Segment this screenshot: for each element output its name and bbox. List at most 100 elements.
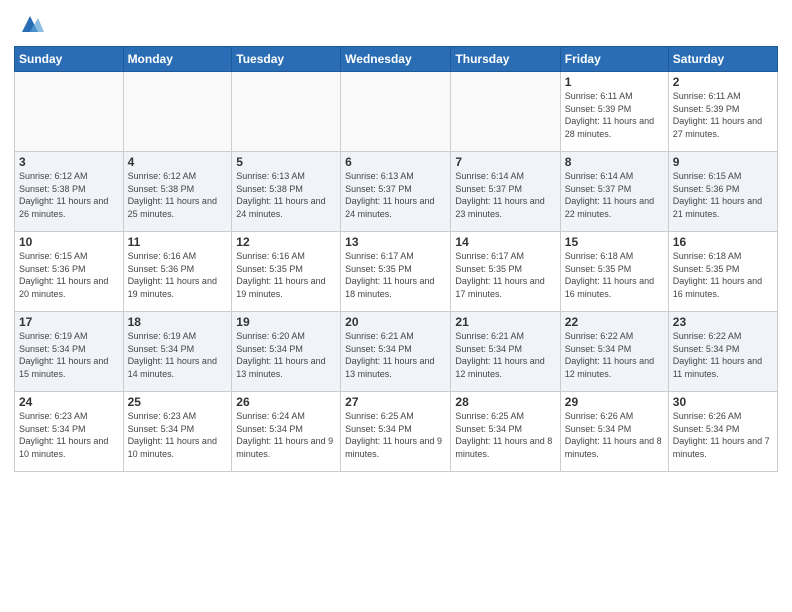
day-info: Sunrise: 6:19 AM Sunset: 5:34 PM Dayligh…: [128, 330, 228, 380]
calendar-day-cell: 15Sunrise: 6:18 AM Sunset: 5:35 PM Dayli…: [560, 232, 668, 312]
calendar-day-cell: 26Sunrise: 6:24 AM Sunset: 5:34 PM Dayli…: [232, 392, 341, 472]
calendar-day-cell: 10Sunrise: 6:15 AM Sunset: 5:36 PM Dayli…: [15, 232, 124, 312]
calendar-week-row: 10Sunrise: 6:15 AM Sunset: 5:36 PM Dayli…: [15, 232, 778, 312]
day-info: Sunrise: 6:24 AM Sunset: 5:34 PM Dayligh…: [236, 410, 336, 460]
day-number: 4: [128, 155, 228, 169]
calendar-day-cell: 24Sunrise: 6:23 AM Sunset: 5:34 PM Dayli…: [15, 392, 124, 472]
day-number: 9: [673, 155, 773, 169]
day-number: 25: [128, 395, 228, 409]
day-number: 6: [345, 155, 446, 169]
calendar-day-cell: [341, 72, 451, 152]
day-info: Sunrise: 6:17 AM Sunset: 5:35 PM Dayligh…: [455, 250, 555, 300]
day-info: Sunrise: 6:25 AM Sunset: 5:34 PM Dayligh…: [455, 410, 555, 460]
day-number: 11: [128, 235, 228, 249]
calendar-day-cell: 25Sunrise: 6:23 AM Sunset: 5:34 PM Dayli…: [123, 392, 232, 472]
day-number: 30: [673, 395, 773, 409]
calendar-day-cell: 1Sunrise: 6:11 AM Sunset: 5:39 PM Daylig…: [560, 72, 668, 152]
calendar-header-monday: Monday: [123, 47, 232, 72]
day-info: Sunrise: 6:13 AM Sunset: 5:37 PM Dayligh…: [345, 170, 446, 220]
calendar-day-cell: 5Sunrise: 6:13 AM Sunset: 5:38 PM Daylig…: [232, 152, 341, 232]
day-info: Sunrise: 6:16 AM Sunset: 5:35 PM Dayligh…: [236, 250, 336, 300]
day-info: Sunrise: 6:17 AM Sunset: 5:35 PM Dayligh…: [345, 250, 446, 300]
day-info: Sunrise: 6:18 AM Sunset: 5:35 PM Dayligh…: [565, 250, 664, 300]
logo-icon: [16, 10, 44, 38]
day-info: Sunrise: 6:15 AM Sunset: 5:36 PM Dayligh…: [673, 170, 773, 220]
calendar-day-cell: 30Sunrise: 6:26 AM Sunset: 5:34 PM Dayli…: [668, 392, 777, 472]
day-number: 16: [673, 235, 773, 249]
calendar-day-cell: [123, 72, 232, 152]
calendar-day-cell: 3Sunrise: 6:12 AM Sunset: 5:38 PM Daylig…: [15, 152, 124, 232]
day-number: 20: [345, 315, 446, 329]
day-info: Sunrise: 6:26 AM Sunset: 5:34 PM Dayligh…: [565, 410, 664, 460]
calendar-day-cell: 18Sunrise: 6:19 AM Sunset: 5:34 PM Dayli…: [123, 312, 232, 392]
day-number: 15: [565, 235, 664, 249]
day-info: Sunrise: 6:23 AM Sunset: 5:34 PM Dayligh…: [128, 410, 228, 460]
calendar-header-saturday: Saturday: [668, 47, 777, 72]
calendar-day-cell: 22Sunrise: 6:22 AM Sunset: 5:34 PM Dayli…: [560, 312, 668, 392]
calendar-day-cell: [232, 72, 341, 152]
day-info: Sunrise: 6:13 AM Sunset: 5:38 PM Dayligh…: [236, 170, 336, 220]
day-number: 22: [565, 315, 664, 329]
logo: [14, 10, 44, 38]
calendar-day-cell: 6Sunrise: 6:13 AM Sunset: 5:37 PM Daylig…: [341, 152, 451, 232]
day-number: 26: [236, 395, 336, 409]
day-number: 27: [345, 395, 446, 409]
calendar-header-thursday: Thursday: [451, 47, 560, 72]
calendar-header-wednesday: Wednesday: [341, 47, 451, 72]
calendar-week-row: 24Sunrise: 6:23 AM Sunset: 5:34 PM Dayli…: [15, 392, 778, 472]
calendar-day-cell: [451, 72, 560, 152]
calendar-day-cell: 2Sunrise: 6:11 AM Sunset: 5:39 PM Daylig…: [668, 72, 777, 152]
calendar-day-cell: 28Sunrise: 6:25 AM Sunset: 5:34 PM Dayli…: [451, 392, 560, 472]
day-number: 23: [673, 315, 773, 329]
calendar-day-cell: 13Sunrise: 6:17 AM Sunset: 5:35 PM Dayli…: [341, 232, 451, 312]
calendar-week-row: 3Sunrise: 6:12 AM Sunset: 5:38 PM Daylig…: [15, 152, 778, 232]
calendar-day-cell: 27Sunrise: 6:25 AM Sunset: 5:34 PM Dayli…: [341, 392, 451, 472]
calendar-header-row: SundayMondayTuesdayWednesdayThursdayFrid…: [15, 47, 778, 72]
day-number: 2: [673, 75, 773, 89]
day-number: 12: [236, 235, 336, 249]
day-number: 28: [455, 395, 555, 409]
day-number: 17: [19, 315, 119, 329]
day-info: Sunrise: 6:14 AM Sunset: 5:37 PM Dayligh…: [565, 170, 664, 220]
day-info: Sunrise: 6:25 AM Sunset: 5:34 PM Dayligh…: [345, 410, 446, 460]
calendar-header-sunday: Sunday: [15, 47, 124, 72]
calendar-day-cell: 4Sunrise: 6:12 AM Sunset: 5:38 PM Daylig…: [123, 152, 232, 232]
day-number: 10: [19, 235, 119, 249]
day-info: Sunrise: 6:11 AM Sunset: 5:39 PM Dayligh…: [673, 90, 773, 140]
day-info: Sunrise: 6:26 AM Sunset: 5:34 PM Dayligh…: [673, 410, 773, 460]
calendar-day-cell: 17Sunrise: 6:19 AM Sunset: 5:34 PM Dayli…: [15, 312, 124, 392]
calendar-day-cell: 9Sunrise: 6:15 AM Sunset: 5:36 PM Daylig…: [668, 152, 777, 232]
calendar-day-cell: 14Sunrise: 6:17 AM Sunset: 5:35 PM Dayli…: [451, 232, 560, 312]
day-number: 21: [455, 315, 555, 329]
day-info: Sunrise: 6:20 AM Sunset: 5:34 PM Dayligh…: [236, 330, 336, 380]
day-info: Sunrise: 6:15 AM Sunset: 5:36 PM Dayligh…: [19, 250, 119, 300]
day-info: Sunrise: 6:14 AM Sunset: 5:37 PM Dayligh…: [455, 170, 555, 220]
day-number: 5: [236, 155, 336, 169]
day-info: Sunrise: 6:22 AM Sunset: 5:34 PM Dayligh…: [673, 330, 773, 380]
calendar-day-cell: 16Sunrise: 6:18 AM Sunset: 5:35 PM Dayli…: [668, 232, 777, 312]
page-container: SundayMondayTuesdayWednesdayThursdayFrid…: [0, 0, 792, 480]
day-number: 13: [345, 235, 446, 249]
calendar-day-cell: 21Sunrise: 6:21 AM Sunset: 5:34 PM Dayli…: [451, 312, 560, 392]
day-number: 8: [565, 155, 664, 169]
calendar-day-cell: 19Sunrise: 6:20 AM Sunset: 5:34 PM Dayli…: [232, 312, 341, 392]
day-info: Sunrise: 6:19 AM Sunset: 5:34 PM Dayligh…: [19, 330, 119, 380]
calendar-day-cell: 7Sunrise: 6:14 AM Sunset: 5:37 PM Daylig…: [451, 152, 560, 232]
calendar-day-cell: 29Sunrise: 6:26 AM Sunset: 5:34 PM Dayli…: [560, 392, 668, 472]
day-info: Sunrise: 6:16 AM Sunset: 5:36 PM Dayligh…: [128, 250, 228, 300]
calendar-day-cell: 23Sunrise: 6:22 AM Sunset: 5:34 PM Dayli…: [668, 312, 777, 392]
calendar-day-cell: 12Sunrise: 6:16 AM Sunset: 5:35 PM Dayli…: [232, 232, 341, 312]
day-number: 14: [455, 235, 555, 249]
day-info: Sunrise: 6:18 AM Sunset: 5:35 PM Dayligh…: [673, 250, 773, 300]
calendar-day-cell: 20Sunrise: 6:21 AM Sunset: 5:34 PM Dayli…: [341, 312, 451, 392]
day-info: Sunrise: 6:21 AM Sunset: 5:34 PM Dayligh…: [345, 330, 446, 380]
day-number: 1: [565, 75, 664, 89]
day-number: 19: [236, 315, 336, 329]
day-number: 3: [19, 155, 119, 169]
calendar-week-row: 1 Sunrise: 6:11 AM Sunset: 5:39 PM Daylig…: [15, 72, 778, 152]
page-header: [14, 10, 778, 38]
calendar-day-cell: 8Sunrise: 6:14 AM Sunset: 5:37 PM Daylig…: [560, 152, 668, 232]
calendar-week-row: 17Sunrise: 6:19 AM Sunset: 5:34 PM Dayli…: [15, 312, 778, 392]
day-info: Sunrise: 6:22 AM Sunset: 5:34 PM Dayligh…: [565, 330, 664, 380]
day-number: 7: [455, 155, 555, 169]
